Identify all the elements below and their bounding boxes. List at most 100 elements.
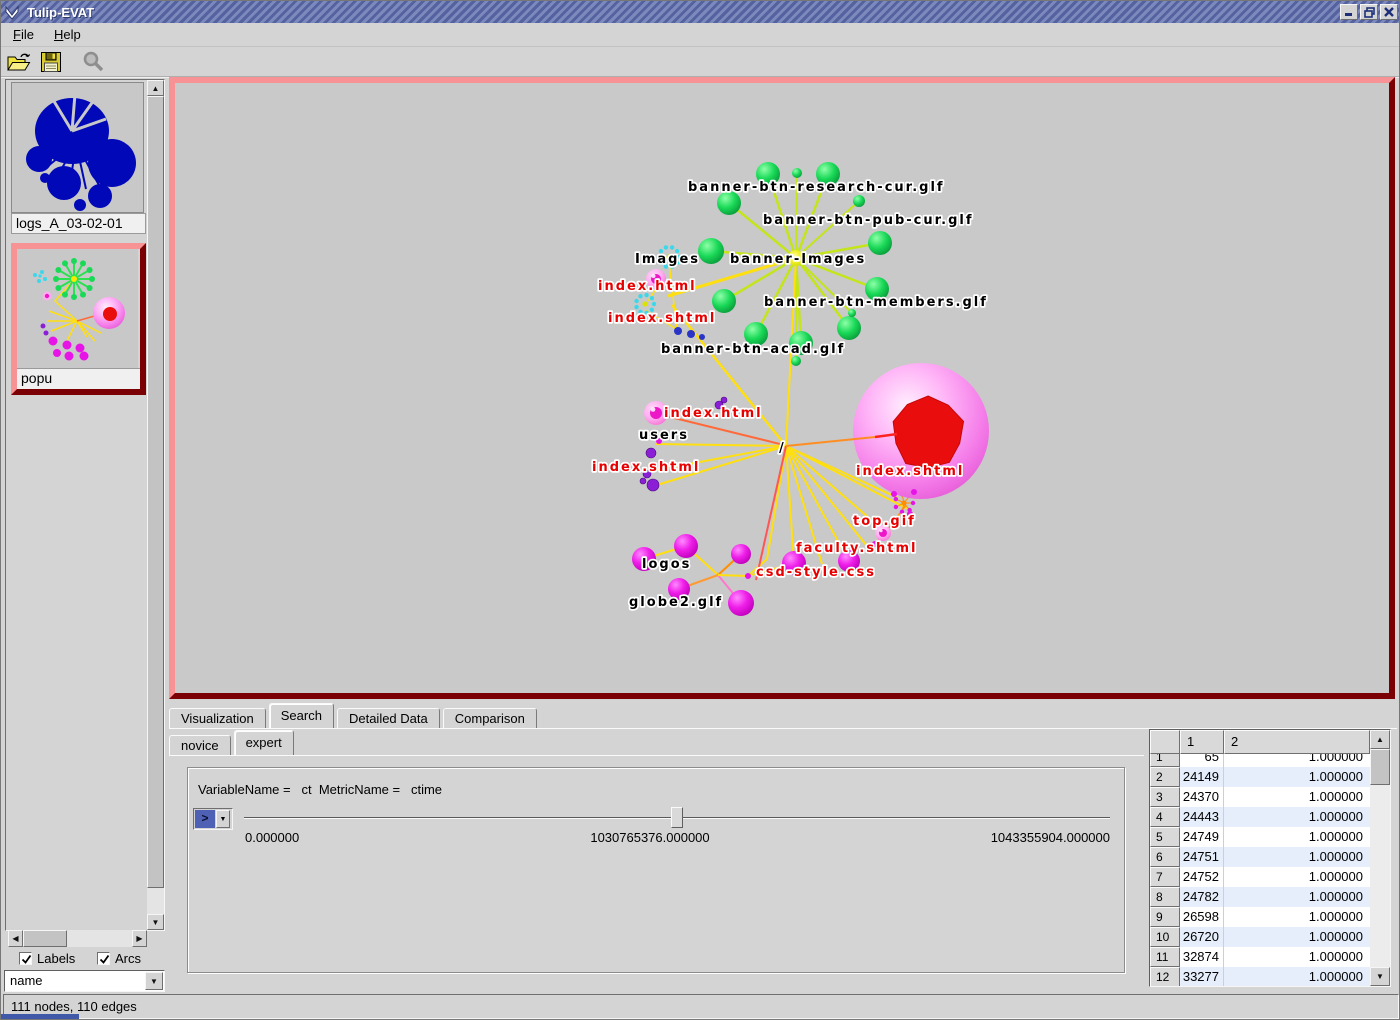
property-select-value: name [5, 971, 43, 991]
sidebar-scrollbar[interactable]: ▲ ▼ [147, 80, 164, 930]
cell-value[interactable]: 1.000000 [1224, 754, 1370, 767]
save-file-button[interactable] [37, 49, 65, 75]
property-select-arrow-icon[interactable]: ▼ [145, 972, 163, 990]
cell-id[interactable]: 65 [1180, 754, 1224, 767]
title-bar[interactable]: Tulip-EVAT [1, 1, 1400, 23]
table-row[interactable]: 6247511.000000 [1150, 847, 1370, 867]
slider-max-label: 1043355904.000000 [910, 830, 1110, 845]
labels-checkbox-label: Labels [37, 951, 75, 966]
tab-detailed-data[interactable]: Detailed Data [337, 708, 440, 729]
table-row[interactable]: 4244431.000000 [1150, 807, 1370, 827]
cell-value[interactable]: 1.000000 [1224, 767, 1370, 787]
sidebar-scroll-thumb[interactable] [147, 96, 164, 888]
subtab-novice[interactable]: novice [169, 735, 231, 756]
table-row[interactable]: 8247821.000000 [1150, 887, 1370, 907]
cell-id[interactable]: 24751 [1180, 847, 1224, 867]
graph-node-label: index.shtml [856, 464, 964, 479]
tab-comparison[interactable]: Comparison [443, 708, 537, 729]
thumbnail-logs-image[interactable] [11, 82, 144, 213]
cell-value[interactable]: 1.000000 [1224, 927, 1370, 947]
cell-id[interactable]: 26598 [1180, 907, 1224, 927]
cell-id[interactable]: 24443 [1180, 807, 1224, 827]
sidebar-hscrollbar[interactable]: ◀ ▶ [8, 930, 147, 947]
hscroll-left-icon[interactable]: ◀ [8, 930, 23, 947]
row-header[interactable]: 7 [1150, 867, 1180, 887]
menu-help[interactable]: Help [46, 25, 89, 44]
cell-value[interactable]: 1.000000 [1224, 967, 1370, 986]
table-row[interactable]: 2241491.000000 [1150, 767, 1370, 787]
thumbnail-logs-label: logs_A_03-02-01 [11, 213, 146, 234]
cell-id[interactable]: 33277 [1180, 967, 1224, 986]
zoom-button[interactable] [79, 49, 107, 75]
row-header[interactable]: 1 [1150, 754, 1180, 767]
cell-value[interactable]: 1.000000 [1224, 947, 1370, 967]
table-row[interactable]: 11328741.000000 [1150, 947, 1370, 967]
tab-visualization[interactable]: Visualization [169, 708, 266, 729]
graph-node-label: faculty.shtml [796, 541, 918, 556]
table-row[interactable]: 12332771.000000 [1150, 967, 1370, 986]
table-scroll-thumb[interactable] [1370, 749, 1390, 785]
row-header[interactable]: 6 [1150, 847, 1180, 867]
row-header[interactable]: 5 [1150, 827, 1180, 847]
table-row[interactable]: 7247521.000000 [1150, 867, 1370, 887]
window-frame-corner [1, 1014, 79, 1020]
cell-value[interactable]: 1.000000 [1224, 887, 1370, 907]
cell-value[interactable]: 1.000000 [1224, 867, 1370, 887]
table-scroll-up-icon[interactable]: ▲ [1370, 730, 1390, 749]
tab-search[interactable]: Search [269, 703, 334, 729]
row-header[interactable]: 2 [1150, 767, 1180, 787]
table-column-1[interactable]: 1 [1180, 730, 1224, 754]
table-scroll-down-icon[interactable]: ▼ [1370, 967, 1390, 986]
cell-id[interactable]: 24749 [1180, 827, 1224, 847]
cell-id[interactable]: 24782 [1180, 887, 1224, 907]
operator-select-arrow-icon[interactable]: ▼ [216, 810, 230, 828]
table-row[interactable]: 1651.000000 [1150, 754, 1370, 767]
cell-id[interactable]: 24370 [1180, 787, 1224, 807]
table-scrollbar[interactable]: ▲ ▼ [1370, 730, 1390, 986]
row-header[interactable]: 3 [1150, 787, 1180, 807]
row-header[interactable]: 12 [1150, 967, 1180, 986]
cell-value[interactable]: 1.000000 [1224, 807, 1370, 827]
subtab-expert[interactable]: expert [234, 730, 294, 756]
row-header[interactable]: 10 [1150, 927, 1180, 947]
thumbnail-popu-image[interactable] [17, 249, 138, 368]
table-row[interactable]: 3243701.000000 [1150, 787, 1370, 807]
hscroll-right-icon[interactable]: ▶ [132, 930, 147, 947]
cell-id[interactable]: 24149 [1180, 767, 1224, 787]
sidebar-scroll-up-icon[interactable]: ▲ [147, 80, 164, 96]
row-header[interactable]: 8 [1150, 887, 1180, 907]
sidebar-scroll-down-icon[interactable]: ▼ [147, 914, 164, 930]
cell-value[interactable]: 1.000000 [1224, 907, 1370, 927]
thumbnail-logs[interactable]: logs_A_03-02-01 [11, 82, 146, 234]
visualization-area[interactable]: banner-btn-research-cur.glfbanner-btn-pu… [169, 77, 1395, 699]
cell-id[interactable]: 24752 [1180, 867, 1224, 887]
maximize-button[interactable] [1360, 4, 1378, 20]
operator-select[interactable]: > ▼ [193, 808, 233, 830]
menu-file[interactable]: File [5, 25, 42, 44]
close-button[interactable] [1380, 4, 1398, 20]
status-text: 111 nodes, 110 edges [11, 999, 137, 1014]
hscroll-thumb[interactable] [23, 930, 67, 947]
cell-value[interactable]: 1.000000 [1224, 827, 1370, 847]
table-column-2[interactable]: 2 [1224, 730, 1370, 754]
row-header[interactable]: 9 [1150, 907, 1180, 927]
row-header[interactable]: 11 [1150, 947, 1180, 967]
cell-id[interactable]: 26720 [1180, 927, 1224, 947]
table-row[interactable]: 5247491.000000 [1150, 827, 1370, 847]
labels-checkbox-box[interactable] [19, 952, 32, 965]
row-header[interactable]: 4 [1150, 807, 1180, 827]
cell-id[interactable]: 32874 [1180, 947, 1224, 967]
table-row[interactable]: 9265981.000000 [1150, 907, 1370, 927]
arcs-checkbox[interactable]: Arcs [97, 951, 141, 966]
property-select[interactable]: name ▼ [4, 970, 165, 992]
graph-canvas[interactable]: banner-btn-research-cur.glfbanner-btn-pu… [175, 83, 1389, 693]
metric-slider-handle[interactable] [671, 807, 683, 828]
labels-checkbox[interactable]: Labels [19, 951, 75, 966]
table-row[interactable]: 10267201.000000 [1150, 927, 1370, 947]
cell-value[interactable]: 1.000000 [1224, 847, 1370, 867]
thumbnail-popu[interactable]: popu [11, 243, 146, 395]
cell-value[interactable]: 1.000000 [1224, 787, 1370, 807]
arcs-checkbox-box[interactable] [97, 952, 110, 965]
open-file-button[interactable] [5, 49, 33, 75]
minimize-button[interactable] [1340, 4, 1358, 20]
